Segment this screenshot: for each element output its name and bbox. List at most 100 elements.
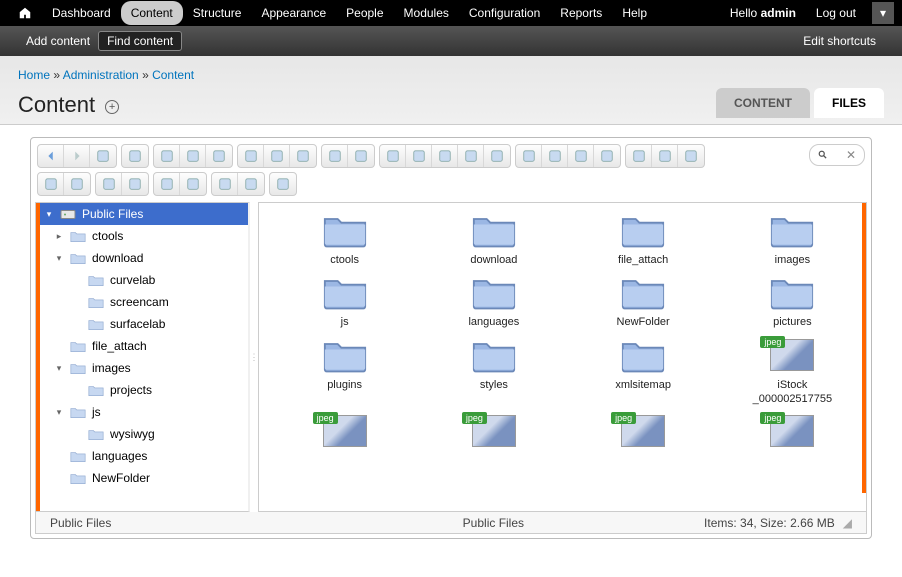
tree-item-file_attach[interactable]: file_attach [36,335,248,357]
view-icons-button[interactable] [626,145,652,167]
menu-modules[interactable]: Modules [394,1,459,25]
resize-grip[interactable]: ◢ [843,516,852,530]
page-title: Content [18,92,95,118]
logout-link[interactable]: Log out [806,1,866,25]
new-file-button[interactable] [154,145,180,167]
window-button[interactable] [154,173,180,195]
file-name: languages [468,315,519,329]
tree-item-surfacelab[interactable]: surfacelab [36,313,248,335]
gear-button[interactable] [212,173,238,195]
file-item[interactable]: jpeg [279,412,410,454]
paste-button[interactable] [264,145,290,167]
file-item[interactable]: download [428,211,559,267]
file-item[interactable]: pictures [727,273,858,329]
new-folder-button[interactable] [180,145,206,167]
tab-files[interactable]: FILES [814,88,884,118]
save-button[interactable] [206,145,232,167]
menu-people[interactable]: People [336,1,393,25]
shortcut-bar: Add content Find content Edit shortcuts [0,26,902,56]
splitter-handle[interactable]: ⋮ [250,202,258,512]
hello-user[interactable]: Hello admin [720,1,806,25]
file-item[interactable]: NewFolder [578,273,709,329]
preview-button[interactable] [38,173,64,195]
help-button[interactable] [238,173,264,195]
invert-button[interactable] [594,145,620,167]
delete-file-button[interactable] [432,145,458,167]
tree-item-projects[interactable]: projects [36,379,248,401]
breadcrumb-home[interactable]: Home [18,68,50,82]
file-item[interactable]: xmlsitemap [578,336,709,407]
file-item[interactable]: jpeg [727,412,858,454]
tree-item-screencam[interactable]: screencam [36,291,248,313]
back-button[interactable] [38,145,64,167]
add-content-link[interactable]: Add content [18,31,98,51]
undo-button[interactable] [322,145,348,167]
tree-item-js[interactable]: ▾js [36,401,248,423]
tree-item-languages[interactable]: languages [36,445,248,467]
rename-button[interactable] [180,173,206,195]
view-details-button[interactable] [678,145,704,167]
file-name: plugins [327,378,362,392]
image2-button[interactable] [122,173,148,195]
select-icon [522,149,536,163]
select-all-button[interactable] [542,145,568,167]
lock-button[interactable] [484,145,510,167]
copy-button[interactable] [238,145,264,167]
file-scrollbar[interactable] [862,203,866,493]
duplicate-button[interactable] [290,145,316,167]
find-content-link[interactable]: Find content [98,31,182,51]
file-item[interactable]: images [727,211,858,267]
search-input[interactable]: ✕ [809,144,865,166]
file-item[interactable]: file_attach [578,211,709,267]
menu-structure[interactable]: Structure [183,1,252,25]
file-name: download [470,253,517,267]
cut-button[interactable] [380,145,406,167]
tree-item-wysiwyg[interactable]: wysiwyg [36,423,248,445]
tree-item-ctools[interactable]: ▸ctools [36,225,248,247]
tree-root[interactable]: ▾Public Files [40,203,248,225]
file-item[interactable]: js [279,273,410,329]
delete-button[interactable] [458,145,484,167]
select-none-button[interactable] [568,145,594,167]
menu-dashboard[interactable]: Dashboard [42,1,121,25]
edit-shortcuts-link[interactable]: Edit shortcuts [795,31,884,51]
tree-scrollbar[interactable] [36,203,40,511]
menu-help[interactable]: Help [612,1,657,25]
file-item[interactable]: plugins [279,336,410,407]
home-link[interactable] [8,1,42,26]
breadcrumb-content[interactable]: Content [152,68,194,82]
clear-icon[interactable]: ✕ [846,148,856,162]
undo-icon [328,149,342,163]
file-item[interactable]: jpeg [578,412,709,454]
folder-tree[interactable]: ▾Public Files ▸ctools▾downloadcurvelabsc… [35,202,250,512]
forward-button[interactable] [64,145,90,167]
menu-reports[interactable]: Reports [550,1,612,25]
folder-icon [770,273,814,311]
file-item[interactable]: languages [428,273,559,329]
fullscreen-button[interactable] [270,173,296,195]
file-grid-area[interactable]: ctools download file_attach images js languag… [258,202,867,512]
breadcrumb-admin[interactable]: Administration [63,68,139,82]
up-button[interactable] [90,145,116,167]
tree-item-images[interactable]: ▾images [36,357,248,379]
tree-item-curvelab[interactable]: curvelab [36,269,248,291]
file-item[interactable]: jpeg [428,412,559,454]
print-button[interactable] [122,145,148,167]
tab-content[interactable]: CONTENT [716,88,810,118]
tree-item-download[interactable]: ▾download [36,247,248,269]
scissors-button[interactable] [406,145,432,167]
tree-item-NewFolder[interactable]: NewFolder [36,467,248,489]
menu-appearance[interactable]: Appearance [251,1,336,25]
info-button[interactable] [64,173,90,195]
menu-configuration[interactable]: Configuration [459,1,550,25]
select-button[interactable] [516,145,542,167]
redo-button[interactable] [348,145,374,167]
file-item[interactable]: styles [428,336,559,407]
env-dropdown[interactable]: ▾ [872,2,894,24]
file-item[interactable]: ctools [279,211,410,267]
view-list-button[interactable] [652,145,678,167]
add-shortcut-icon[interactable]: + [105,100,119,114]
menu-content[interactable]: Content [121,1,183,25]
file-item[interactable]: jpegiStock _000002517755 [727,336,858,407]
image1-button[interactable] [96,173,122,195]
